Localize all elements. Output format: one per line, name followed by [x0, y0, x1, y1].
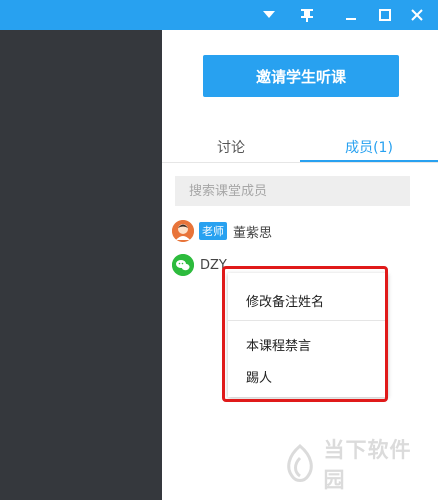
- title-bar: [0, 0, 438, 30]
- invite-students-button[interactable]: 邀请学生听课: [203, 55, 399, 97]
- member-row[interactable]: DZY: [172, 253, 227, 277]
- wechat-icon: [172, 254, 194, 276]
- dropdown-icon[interactable]: [256, 0, 282, 30]
- teacher-badge: 老师: [199, 222, 227, 240]
- video-area: [0, 30, 162, 500]
- minimize-icon[interactable]: [338, 0, 364, 30]
- tab-discussion[interactable]: 讨论: [162, 132, 300, 162]
- highlight-box: [222, 266, 388, 402]
- member-name: 董紫思: [233, 225, 273, 241]
- watermark-logo-icon: [287, 444, 313, 482]
- pin-icon[interactable]: [294, 0, 320, 30]
- member-row[interactable]: 老师 董紫思: [172, 219, 272, 243]
- watermark: 当下软件园: [282, 438, 432, 492]
- avatar: [172, 220, 194, 242]
- tab-members[interactable]: 成员(1): [300, 132, 438, 162]
- search-members-input[interactable]: [175, 176, 410, 206]
- maximize-icon[interactable]: [372, 0, 398, 30]
- close-icon[interactable]: [404, 0, 430, 30]
- watermark-text: 当下软件园: [323, 438, 412, 492]
- tab-divider: [162, 162, 438, 163]
